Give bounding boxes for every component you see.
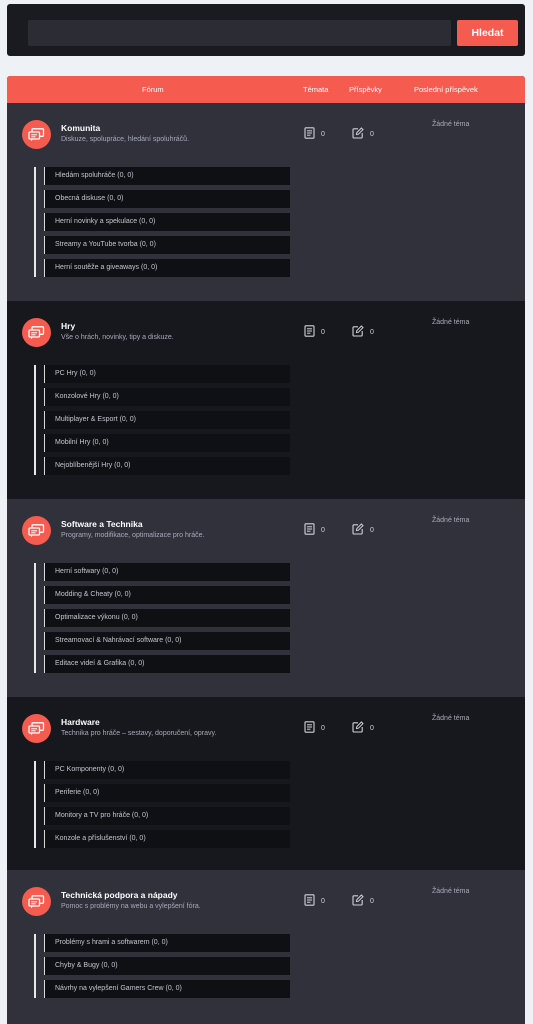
header-topics: Témata [303,85,329,94]
category-section: Komunita Diskuze, spolupráce, hledání spo… [7,103,525,301]
edit-icon [352,325,370,339]
subforum-bar [34,761,36,848]
subforum-link[interactable]: Konzole a příslušenství (0, 0) [44,830,290,848]
subforum-link[interactable]: Optimalizace výkonu (0, 0) [44,609,290,627]
header-last-post: Poslední příspěvek [414,85,478,94]
posts-count: 0 [352,721,374,735]
category-description: Technika pro hráče – sestavy, doporučení… [61,730,217,737]
posts-count: 0 [352,894,374,908]
document-icon [304,721,321,735]
topics-value: 0 [321,328,325,336]
chat-bubbles-icon [22,714,51,743]
table-header: Fórum Témata Příspěvky Poslední příspěve… [7,76,525,103]
category-title[interactable]: Hardware [61,717,100,727]
subforum-link[interactable]: Chyby & Bugy (0, 0) [44,957,290,975]
subforum-link[interactable]: Streamy a YouTube tvorba (0, 0) [44,236,290,254]
posts-value: 0 [370,526,374,534]
posts-value: 0 [370,328,374,336]
subforum-link[interactable]: PC Komponenty (0, 0) [44,761,290,779]
topics-value: 0 [321,526,325,534]
chat-bubbles-icon [22,120,51,149]
subforum-bar [34,365,36,475]
last-post: Žádné téma [432,715,470,722]
posts-value: 0 [370,897,374,905]
subforum-link[interactable]: PC Hry (0, 0) [44,365,290,383]
subforum-link[interactable]: Hledám spoluhráče (0, 0) [44,167,290,185]
subforum-bar [34,934,36,998]
last-post: Žádné téma [432,121,470,128]
topics-count: 0 [304,325,325,339]
subforum-link[interactable]: Herní soutěže a giveaways (0, 0) [44,259,290,277]
subforum-link[interactable]: Herní softwary (0, 0) [44,563,290,581]
subforum-link[interactable]: Návrhy na vylepšení Gamers Crew (0, 0) [44,980,290,998]
topics-count: 0 [304,894,325,908]
last-post: Žádné téma [432,319,470,326]
subforum-link[interactable]: Nejoblíbenější Hry (0, 0) [44,457,290,475]
subforum-link[interactable]: Multiplayer & Esport (0, 0) [44,411,290,429]
chat-bubbles-icon [22,887,51,916]
posts-count: 0 [352,325,374,339]
document-icon [304,127,321,141]
category-description: Pomoc s problémy na webu a vylepšení fór… [61,903,201,910]
category-title[interactable]: Software a Technika [61,519,143,529]
category-description: Programy, modifikace, optimalizace pro h… [61,532,205,539]
subforum-link[interactable]: Obecná diskuse (0, 0) [44,190,290,208]
document-icon [304,325,321,339]
category-section: Hry Vše o hrách, novinky, tipy a diskuze.… [7,301,525,499]
chat-bubbles-icon [22,516,51,545]
topics-value: 0 [321,130,325,138]
topics-count: 0 [304,127,325,141]
category-description: Diskuze, spolupráce, hledání spoluhráčů. [61,136,190,143]
search-bar: Hledat [7,4,525,56]
subforum-link[interactable]: Konzolové Hry (0, 0) [44,388,290,406]
category-section: Software a Technika Programy, modifikace,… [7,499,525,697]
subforum-link[interactable]: Problémy s hrami a softwarem (0, 0) [44,934,290,952]
subforum-link[interactable]: Mobilní Hry (0, 0) [44,434,290,452]
edit-icon [352,523,370,537]
forum-table: Fórum Témata Příspěvky Poslední příspěve… [7,76,525,1024]
subforum-link[interactable]: Periferie (0, 0) [44,784,290,802]
header-forum: Fórum [142,85,164,94]
topics-count: 0 [304,721,325,735]
topics-value: 0 [321,897,325,905]
category-title[interactable]: Komunita [61,123,100,133]
subforum-bar [34,167,36,277]
category-title[interactable]: Hry [61,321,75,331]
subforum-link[interactable]: Streamovací & Nahrávací software (0, 0) [44,632,290,650]
posts-count: 0 [352,523,374,537]
chat-bubbles-icon [22,318,51,347]
edit-icon [352,127,370,141]
last-post: Žádné téma [432,888,470,895]
category-description: Vše o hrách, novinky, tipy a diskuze. [61,334,174,341]
posts-count: 0 [352,127,374,141]
subforum-link[interactable]: Herní novinky a spekulace (0, 0) [44,213,290,231]
last-post: Žádné téma [432,517,470,524]
search-input[interactable] [28,20,451,46]
subforum-link[interactable]: Modding & Cheaty (0, 0) [44,586,290,604]
subforum-link[interactable]: Editace videí & Grafika (0, 0) [44,655,290,673]
search-button[interactable]: Hledat [457,20,518,46]
subforum-link[interactable]: Monitory a TV pro hráče (0, 0) [44,807,290,825]
edit-icon [352,721,370,735]
document-icon [304,523,321,537]
category-section: Hardware Technika pro hráče – sestavy, do… [7,697,525,870]
posts-value: 0 [370,724,374,732]
subforum-bar [34,563,36,673]
topics-count: 0 [304,523,325,537]
category-title[interactable]: Technická podpora a nápady [61,890,178,900]
edit-icon [352,894,370,908]
topics-value: 0 [321,724,325,732]
category-section: Technická podpora a nápady Pomoc s problé… [7,870,525,1024]
header-posts: Příspěvky [349,85,382,94]
document-icon [304,894,321,908]
posts-value: 0 [370,130,374,138]
